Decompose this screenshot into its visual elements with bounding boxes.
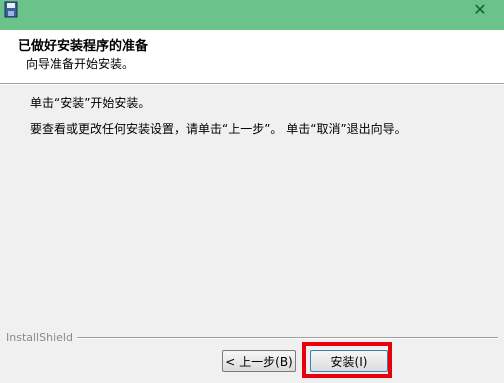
close-icon: ✕ bbox=[473, 0, 487, 19]
instruction-text-2: 要查看或更改任何安装设置，请单击“上一步”。 单击“取消”退出向导。 bbox=[30, 122, 407, 136]
header-panel: 已做好安装程序的准备 向导准备开始安装。 bbox=[0, 30, 504, 84]
header-divider bbox=[0, 84, 504, 85]
page-title: 已做好安装程序的准备 bbox=[18, 39, 149, 54]
close-button[interactable]: ✕ bbox=[462, 0, 498, 20]
back-button[interactable]: < 上一步(B) bbox=[222, 350, 296, 372]
footer-divider bbox=[66, 337, 498, 339]
title-bar: ✕ bbox=[0, 0, 504, 30]
brand-label: InstallShield bbox=[6, 331, 77, 344]
installer-disk-icon bbox=[2, 0, 20, 20]
instruction-text-1: 单击“安装”开始安装。 bbox=[30, 96, 151, 110]
highlight-box bbox=[302, 342, 392, 378]
back-button-label: < 上一步(B) bbox=[225, 354, 293, 369]
page-subtitle: 向导准备开始安装。 bbox=[26, 57, 135, 71]
